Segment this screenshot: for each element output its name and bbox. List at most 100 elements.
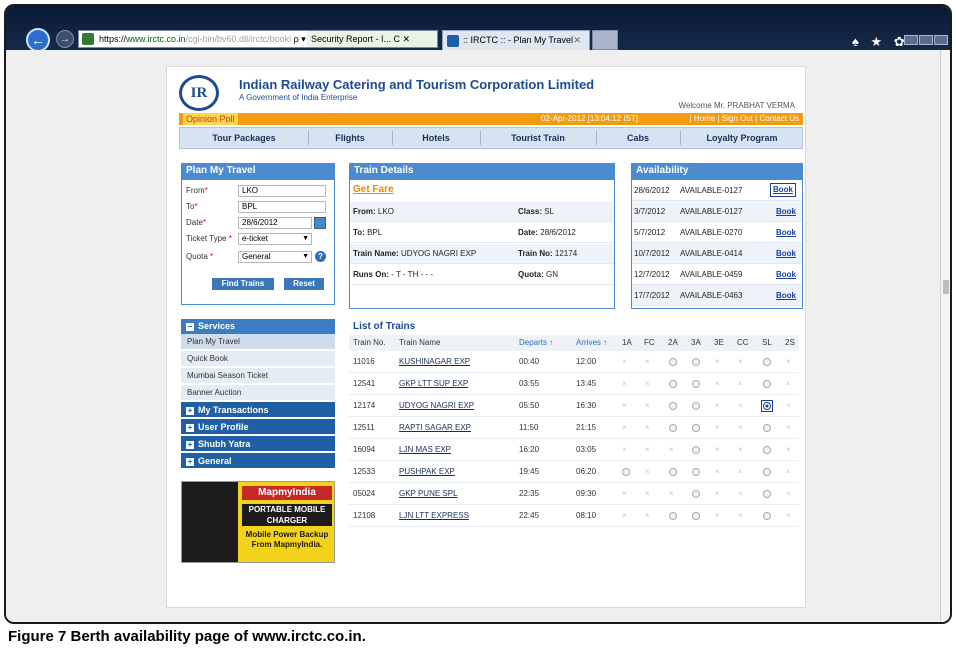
train-name-link[interactable]: PUSHPAK EXP — [399, 461, 455, 483]
radio-icon[interactable] — [669, 401, 677, 410]
menu-quick-book[interactable]: Quick Book — [181, 351, 335, 367]
reset-button[interactable]: Reset — [284, 278, 324, 290]
class-radio[interactable] — [763, 505, 771, 527]
browser-tab[interactable]: :: IRCTC :: - Plan My Travel ✕ — [442, 30, 590, 50]
train-name-link[interactable]: LJN LTT EXPRESS — [399, 505, 469, 527]
radio-icon[interactable] — [692, 489, 700, 498]
radio-icon[interactable] — [669, 357, 677, 366]
forward-button[interactable]: → — [56, 30, 74, 48]
nav-tour-packages[interactable]: Tour Packages — [180, 128, 308, 148]
get-fare-link[interactable]: Get Fare — [353, 184, 394, 195]
class-radio[interactable] — [692, 483, 700, 505]
radio-icon[interactable] — [692, 445, 700, 454]
class-radio[interactable] — [669, 505, 677, 527]
scrollbar-grip[interactable] — [943, 280, 949, 294]
book-link[interactable]: Book — [776, 201, 796, 222]
mapmyindia-ad[interactable]: MapmyIndia PORTABLE MOBILE CHARGER Mobil… — [181, 481, 335, 563]
top-links[interactable]: | Home | Sign Out | Contact Us — [690, 113, 799, 125]
class-radio[interactable] — [692, 439, 700, 461]
radio-icon[interactable] — [692, 467, 700, 476]
class-radio[interactable] — [692, 351, 700, 373]
radio-icon[interactable] — [622, 467, 630, 476]
radio-icon[interactable] — [763, 423, 771, 432]
close-window-icon[interactable] — [934, 35, 948, 45]
class-radio[interactable] — [669, 395, 677, 417]
radio-icon[interactable] — [763, 511, 771, 520]
class-radio[interactable] — [763, 417, 771, 439]
window-controls[interactable] — [904, 32, 949, 50]
col-arrives-sort[interactable]: Arrives ↑ — [576, 335, 607, 351]
radio-icon[interactable] — [669, 511, 677, 520]
menu-plan-my-travel[interactable]: Plan My Travel — [181, 334, 335, 350]
radio-icon[interactable] — [692, 401, 700, 410]
menu-mumbai-season-ticket[interactable]: Mumbai Season Ticket — [181, 368, 335, 384]
class-radio[interactable] — [669, 461, 677, 483]
radio-icon[interactable] — [763, 357, 771, 366]
book-link[interactable]: Book — [776, 222, 796, 243]
class-radio[interactable] — [763, 439, 771, 461]
help-icon[interactable]: ? — [315, 251, 326, 262]
radio-icon[interactable] — [763, 467, 771, 476]
maximize-icon[interactable] — [919, 35, 933, 45]
find-trains-button[interactable]: Find Trains — [212, 278, 274, 290]
radio-icon[interactable] — [669, 467, 677, 476]
class-radio[interactable] — [763, 373, 771, 395]
menu-services[interactable]: − Services — [181, 319, 335, 334]
toolbar-icons[interactable]: ♠ ★ ✿ — [852, 34, 909, 50]
address-bar[interactable]: https://www.irctc.co.in/cgi-bin/bv60.dll… — [78, 30, 438, 48]
class-radio[interactable] — [763, 483, 771, 505]
to-input[interactable]: BPL — [238, 201, 326, 213]
nav-hotels[interactable]: Hotels — [392, 128, 480, 148]
menu-shubh-yatra[interactable]: + Shubh Yatra — [181, 436, 335, 452]
radio-icon[interactable] — [692, 357, 700, 366]
from-input[interactable]: LKO — [238, 185, 326, 197]
new-tab-button[interactable] — [592, 30, 618, 50]
train-name-link[interactable]: GKP PUNE SPL — [399, 483, 458, 505]
class-radio[interactable] — [692, 461, 700, 483]
menu-user-profile[interactable]: + User Profile — [181, 419, 335, 435]
class-radio[interactable] — [622, 461, 630, 483]
radio-icon[interactable] — [669, 423, 677, 432]
address-bar-icons[interactable]: ρ ▾ — [294, 34, 306, 44]
minimize-icon[interactable] — [904, 35, 918, 45]
menu-my-transactions[interactable]: + My Transactions — [181, 402, 335, 418]
class-radio-selected[interactable] — [761, 395, 773, 417]
nav-loyalty-program[interactable]: Loyalty Program — [680, 128, 804, 148]
class-radio[interactable] — [692, 417, 700, 439]
class-radio[interactable] — [763, 351, 771, 373]
date-input[interactable]: 28/6/2012 — [238, 217, 312, 229]
nav-cabs[interactable]: Cabs — [596, 128, 680, 148]
radio-icon[interactable] — [763, 445, 771, 454]
book-link[interactable]: Book — [776, 264, 796, 285]
book-link[interactable]: Book — [776, 243, 796, 264]
class-radio[interactable] — [669, 351, 677, 373]
calendar-icon[interactable] — [314, 217, 326, 229]
class-radio[interactable] — [692, 395, 700, 417]
class-radio[interactable] — [669, 417, 677, 439]
menu-banner-auction[interactable]: Banner Auction — [181, 385, 335, 401]
ticket-type-select[interactable]: e-ticket ▼ — [238, 233, 312, 245]
back-button[interactable]: ← — [26, 28, 50, 52]
irctc-logo[interactable]: IR — [179, 75, 219, 111]
class-radio[interactable] — [692, 373, 700, 395]
class-radio[interactable] — [669, 373, 677, 395]
selected-class-box[interactable] — [761, 399, 773, 412]
book-link[interactable]: Book — [776, 285, 796, 306]
tab-close-icon[interactable]: ✕ — [573, 31, 581, 49]
class-radio[interactable] — [692, 505, 700, 527]
nav-flights[interactable]: Flights — [308, 128, 392, 148]
train-name-link[interactable]: LJN MAS EXP — [399, 439, 451, 461]
nav-tourist-train[interactable]: Tourist Train — [480, 128, 596, 148]
quota-select[interactable]: General ▼ — [238, 251, 312, 263]
radio-icon[interactable] — [763, 401, 771, 410]
book-link[interactable]: Book — [770, 183, 796, 197]
radio-icon[interactable] — [669, 379, 677, 388]
train-name-link[interactable]: GKP LTT SUP EXP — [399, 373, 468, 395]
train-name-link[interactable]: RAPTI SAGAR EXP — [399, 417, 471, 439]
radio-icon[interactable] — [763, 489, 771, 498]
security-report[interactable]: Security Report - I... C ✕ — [307, 31, 437, 47]
radio-icon[interactable] — [692, 423, 700, 432]
radio-icon[interactable] — [763, 379, 771, 388]
class-radio[interactable] — [763, 461, 771, 483]
train-name-link[interactable]: UDYOG NAGRI EXP — [399, 395, 474, 417]
